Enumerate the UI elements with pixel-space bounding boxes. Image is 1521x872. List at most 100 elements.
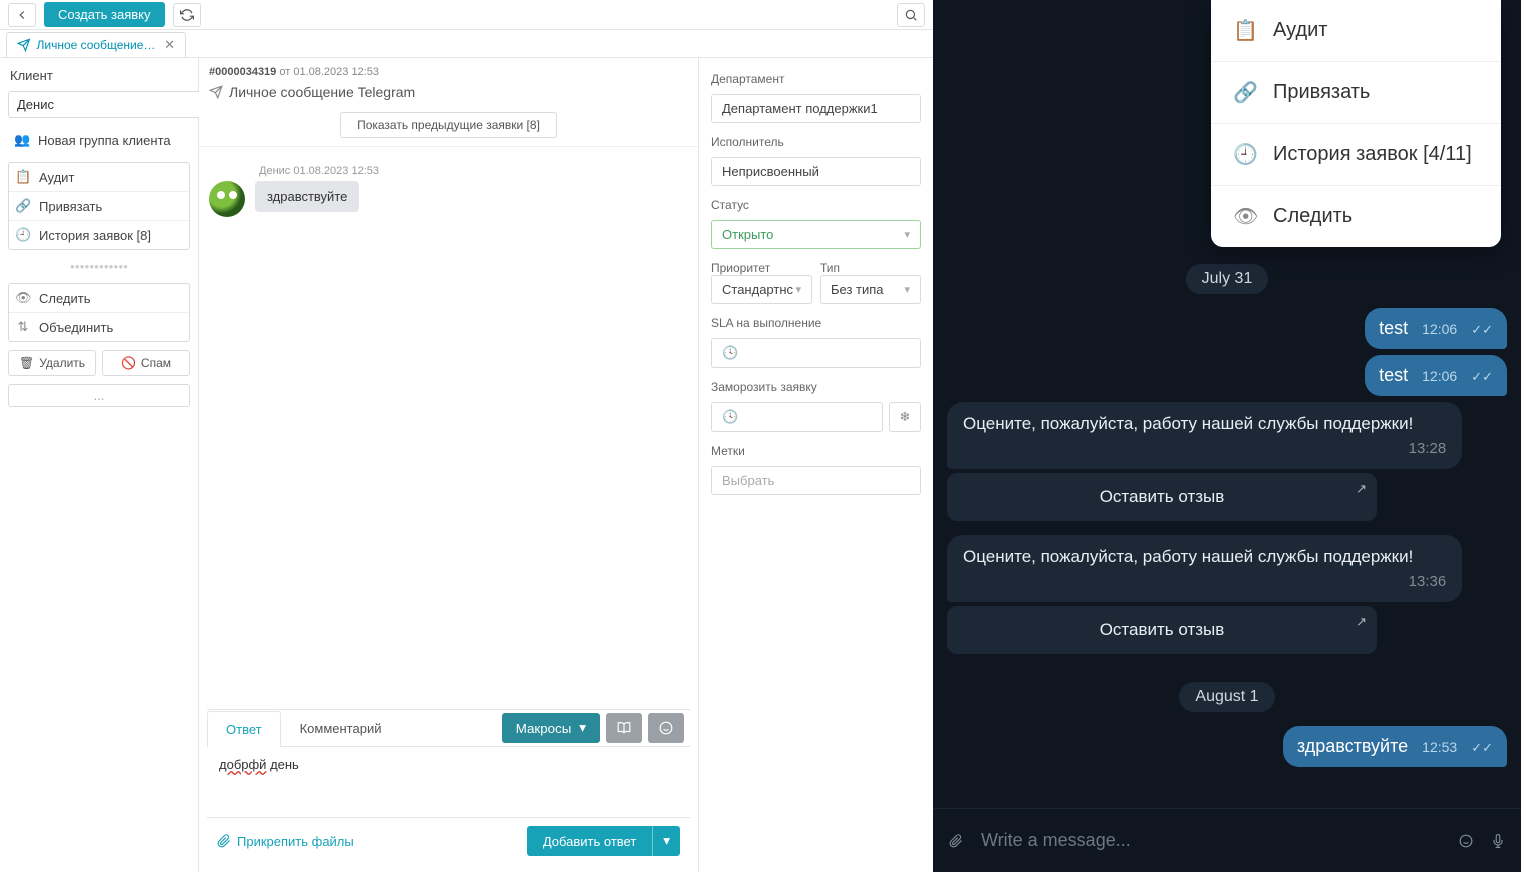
freeze-button[interactable]: ❄ bbox=[889, 402, 921, 432]
search-button[interactable] bbox=[897, 3, 925, 27]
emoji-button[interactable] bbox=[1459, 828, 1473, 854]
voice-button[interactable] bbox=[1491, 828, 1505, 854]
menu-item-audit[interactable]: 📋 Аудит bbox=[1211, 0, 1501, 62]
status-select[interactable]: Открыто bbox=[711, 220, 921, 249]
inline-button[interactable]: Оставить отзыв ↗ bbox=[947, 473, 1377, 521]
priority-value: Стандартнс bbox=[722, 282, 793, 297]
menu-item-watch[interactable]: 👁 Следить bbox=[1211, 186, 1501, 247]
inline-button[interactable]: Оставить отзыв ↗ bbox=[947, 606, 1377, 654]
message-time: 12:53 bbox=[1422, 739, 1457, 755]
outgoing-message[interactable]: здравствуйте 12:53 ✓✓ bbox=[1283, 726, 1507, 767]
department-select[interactable]: Департамент поддержки1 bbox=[711, 94, 921, 123]
macros-button[interactable]: Макросы bbox=[502, 713, 600, 743]
message-input[interactable] bbox=[981, 830, 1441, 851]
submit-reply-button[interactable]: Добавить ответ bbox=[527, 826, 652, 856]
sla-label: SLA на выполнение bbox=[711, 316, 921, 330]
draft-rest: день bbox=[266, 757, 298, 772]
submit-split-button: Добавить ответ bbox=[527, 826, 680, 856]
book-icon bbox=[617, 721, 631, 735]
macros-label: Макросы bbox=[516, 721, 572, 736]
clock-icon: 🕓 bbox=[722, 345, 738, 361]
chevron-down-icon bbox=[904, 283, 910, 296]
message-meta: Денис 01.08.2023 12:53 bbox=[259, 165, 688, 177]
telegram-icon bbox=[209, 85, 223, 99]
assignee-select[interactable]: Неприсвоенный bbox=[711, 157, 921, 186]
message-text: test bbox=[1379, 318, 1408, 339]
type-select[interactable]: Без типа bbox=[820, 275, 921, 304]
sidebar-item-watch[interactable]: 👁 Следить bbox=[9, 284, 189, 313]
sidebar-item-history[interactable]: 🕘 История заявок [8] bbox=[9, 221, 189, 249]
message-time: 13:28 bbox=[1409, 440, 1447, 457]
ticket-date: от 01.08.2023 12:53 bbox=[279, 66, 379, 78]
sidebar-item-audit[interactable]: 📋 Аудит bbox=[9, 163, 189, 192]
date-separator: August 1 bbox=[1179, 682, 1274, 712]
trash-icon: 🗑 bbox=[19, 356, 34, 370]
incoming-message[interactable]: Оцените, пожалуйста, работу нашей службы… bbox=[947, 402, 1462, 469]
telegram-app: 📋 Аудит 🔗 Привязать 🕘 История заявок [4/… bbox=[933, 0, 1521, 872]
eye-icon: 👁 bbox=[15, 290, 31, 306]
chevron-down-icon bbox=[663, 833, 670, 848]
client-input[interactable] bbox=[8, 91, 202, 118]
create-ticket-button[interactable]: Создать заявку bbox=[44, 2, 165, 27]
more-button[interactable]: ... bbox=[8, 384, 190, 407]
tags-label: Метки bbox=[711, 444, 921, 458]
attach-button[interactable] bbox=[949, 828, 963, 854]
show-previous-button[interactable]: Показать предыдущие заявки [8] bbox=[340, 112, 557, 138]
compose-tab-reply[interactable]: Ответ bbox=[207, 711, 281, 747]
incoming-message[interactable]: Оцените, пожалуйста, работу нашей службы… bbox=[947, 535, 1462, 602]
delete-button[interactable]: 🗑 Удалить bbox=[8, 350, 96, 376]
ticket-center: #0000034319 от 01.08.2023 12:53 Личное с… bbox=[199, 58, 699, 872]
tags-placeholder: Выбрать bbox=[722, 473, 774, 488]
compose-textarea[interactable]: добрфй день bbox=[207, 747, 690, 817]
priority-select[interactable]: Стандартнс bbox=[711, 275, 812, 304]
checkmarks-icon: ✓✓ bbox=[1471, 322, 1493, 338]
menu-item-link[interactable]: 🔗 Привязать bbox=[1211, 62, 1501, 124]
knowledge-base-button[interactable] bbox=[606, 713, 642, 743]
outgoing-message[interactable]: test 12:06 ✓✓ bbox=[1365, 308, 1507, 349]
snowflake-icon: ❄ bbox=[900, 409, 911, 425]
telegram-context-menu: 📋 Аудит 🔗 Привязать 🕘 История заявок [4/… bbox=[1211, 0, 1501, 247]
menu-label: История заявок [4/11] bbox=[1273, 143, 1472, 166]
menu-item-history[interactable]: 🕘 История заявок [4/11] bbox=[1211, 124, 1501, 186]
spam-label: Спам bbox=[141, 356, 171, 370]
sidebar-item-link[interactable]: 🔗 Привязать bbox=[9, 192, 189, 221]
sidebar-label: Следить bbox=[39, 291, 91, 306]
tab-ticket[interactable]: Личное сообщение Т... ✕ bbox=[6, 32, 186, 57]
emoji-button[interactable] bbox=[648, 713, 684, 743]
eye-icon: 👁 bbox=[1233, 204, 1255, 229]
attach-files-link[interactable]: Прикрепить файлы bbox=[217, 834, 354, 849]
assignee-label: Исполнитель bbox=[711, 135, 921, 149]
sla-input[interactable]: 🕓 bbox=[711, 338, 921, 368]
compose-tab-comment[interactable]: Комментарий bbox=[281, 710, 401, 746]
refresh-icon bbox=[180, 8, 194, 22]
tab-close-button[interactable]: ✕ bbox=[164, 37, 175, 53]
telegram-input-bar bbox=[933, 808, 1521, 872]
new-client-group[interactable]: 👥 Новая группа клиента bbox=[8, 126, 190, 154]
chevron-down-icon bbox=[795, 283, 801, 296]
message-time: 12:06 bbox=[1422, 321, 1457, 337]
topbar: Создать заявку bbox=[0, 0, 933, 30]
sidebar: Клиент 👥 Новая группа клиента 📋 Аудит 🔗 bbox=[0, 58, 199, 872]
clock-icon: 🕓 bbox=[722, 409, 738, 425]
spam-button[interactable]: 🚫 Спам bbox=[102, 350, 190, 376]
ticket-title: Личное сообщение Telegram bbox=[229, 84, 415, 100]
checkmarks-icon: ✓✓ bbox=[1471, 369, 1493, 385]
button-label: Оставить отзыв bbox=[1100, 620, 1225, 639]
ticket-header: #0000034319 от 01.08.2023 12:53 Личное с… bbox=[199, 58, 698, 147]
delete-label: Удалить bbox=[39, 356, 85, 370]
compose-area: Ответ Комментарий Макросы добрфй д bbox=[207, 709, 690, 864]
back-button[interactable] bbox=[8, 3, 36, 27]
freeze-input[interactable]: 🕓 bbox=[711, 402, 883, 432]
draft-misspell: добрфй bbox=[219, 757, 266, 772]
tags-select[interactable]: Выбрать bbox=[711, 466, 921, 495]
sidebar-item-merge[interactable]: ⇅ Объединить bbox=[9, 313, 189, 341]
freeze-label: Заморозить заявку bbox=[711, 380, 921, 394]
messages-area: Денис 01.08.2023 12:53 здравствуйте bbox=[199, 147, 698, 709]
refresh-button[interactable] bbox=[173, 3, 201, 27]
sidebar-label: История заявок [8] bbox=[39, 228, 151, 243]
paperclip-icon bbox=[217, 834, 231, 848]
attach-label: Прикрепить файлы bbox=[237, 834, 354, 849]
outgoing-message[interactable]: test 12:06 ✓✓ bbox=[1365, 355, 1507, 396]
external-link-icon: ↗ bbox=[1356, 614, 1367, 630]
submit-dropdown-button[interactable] bbox=[652, 826, 680, 856]
